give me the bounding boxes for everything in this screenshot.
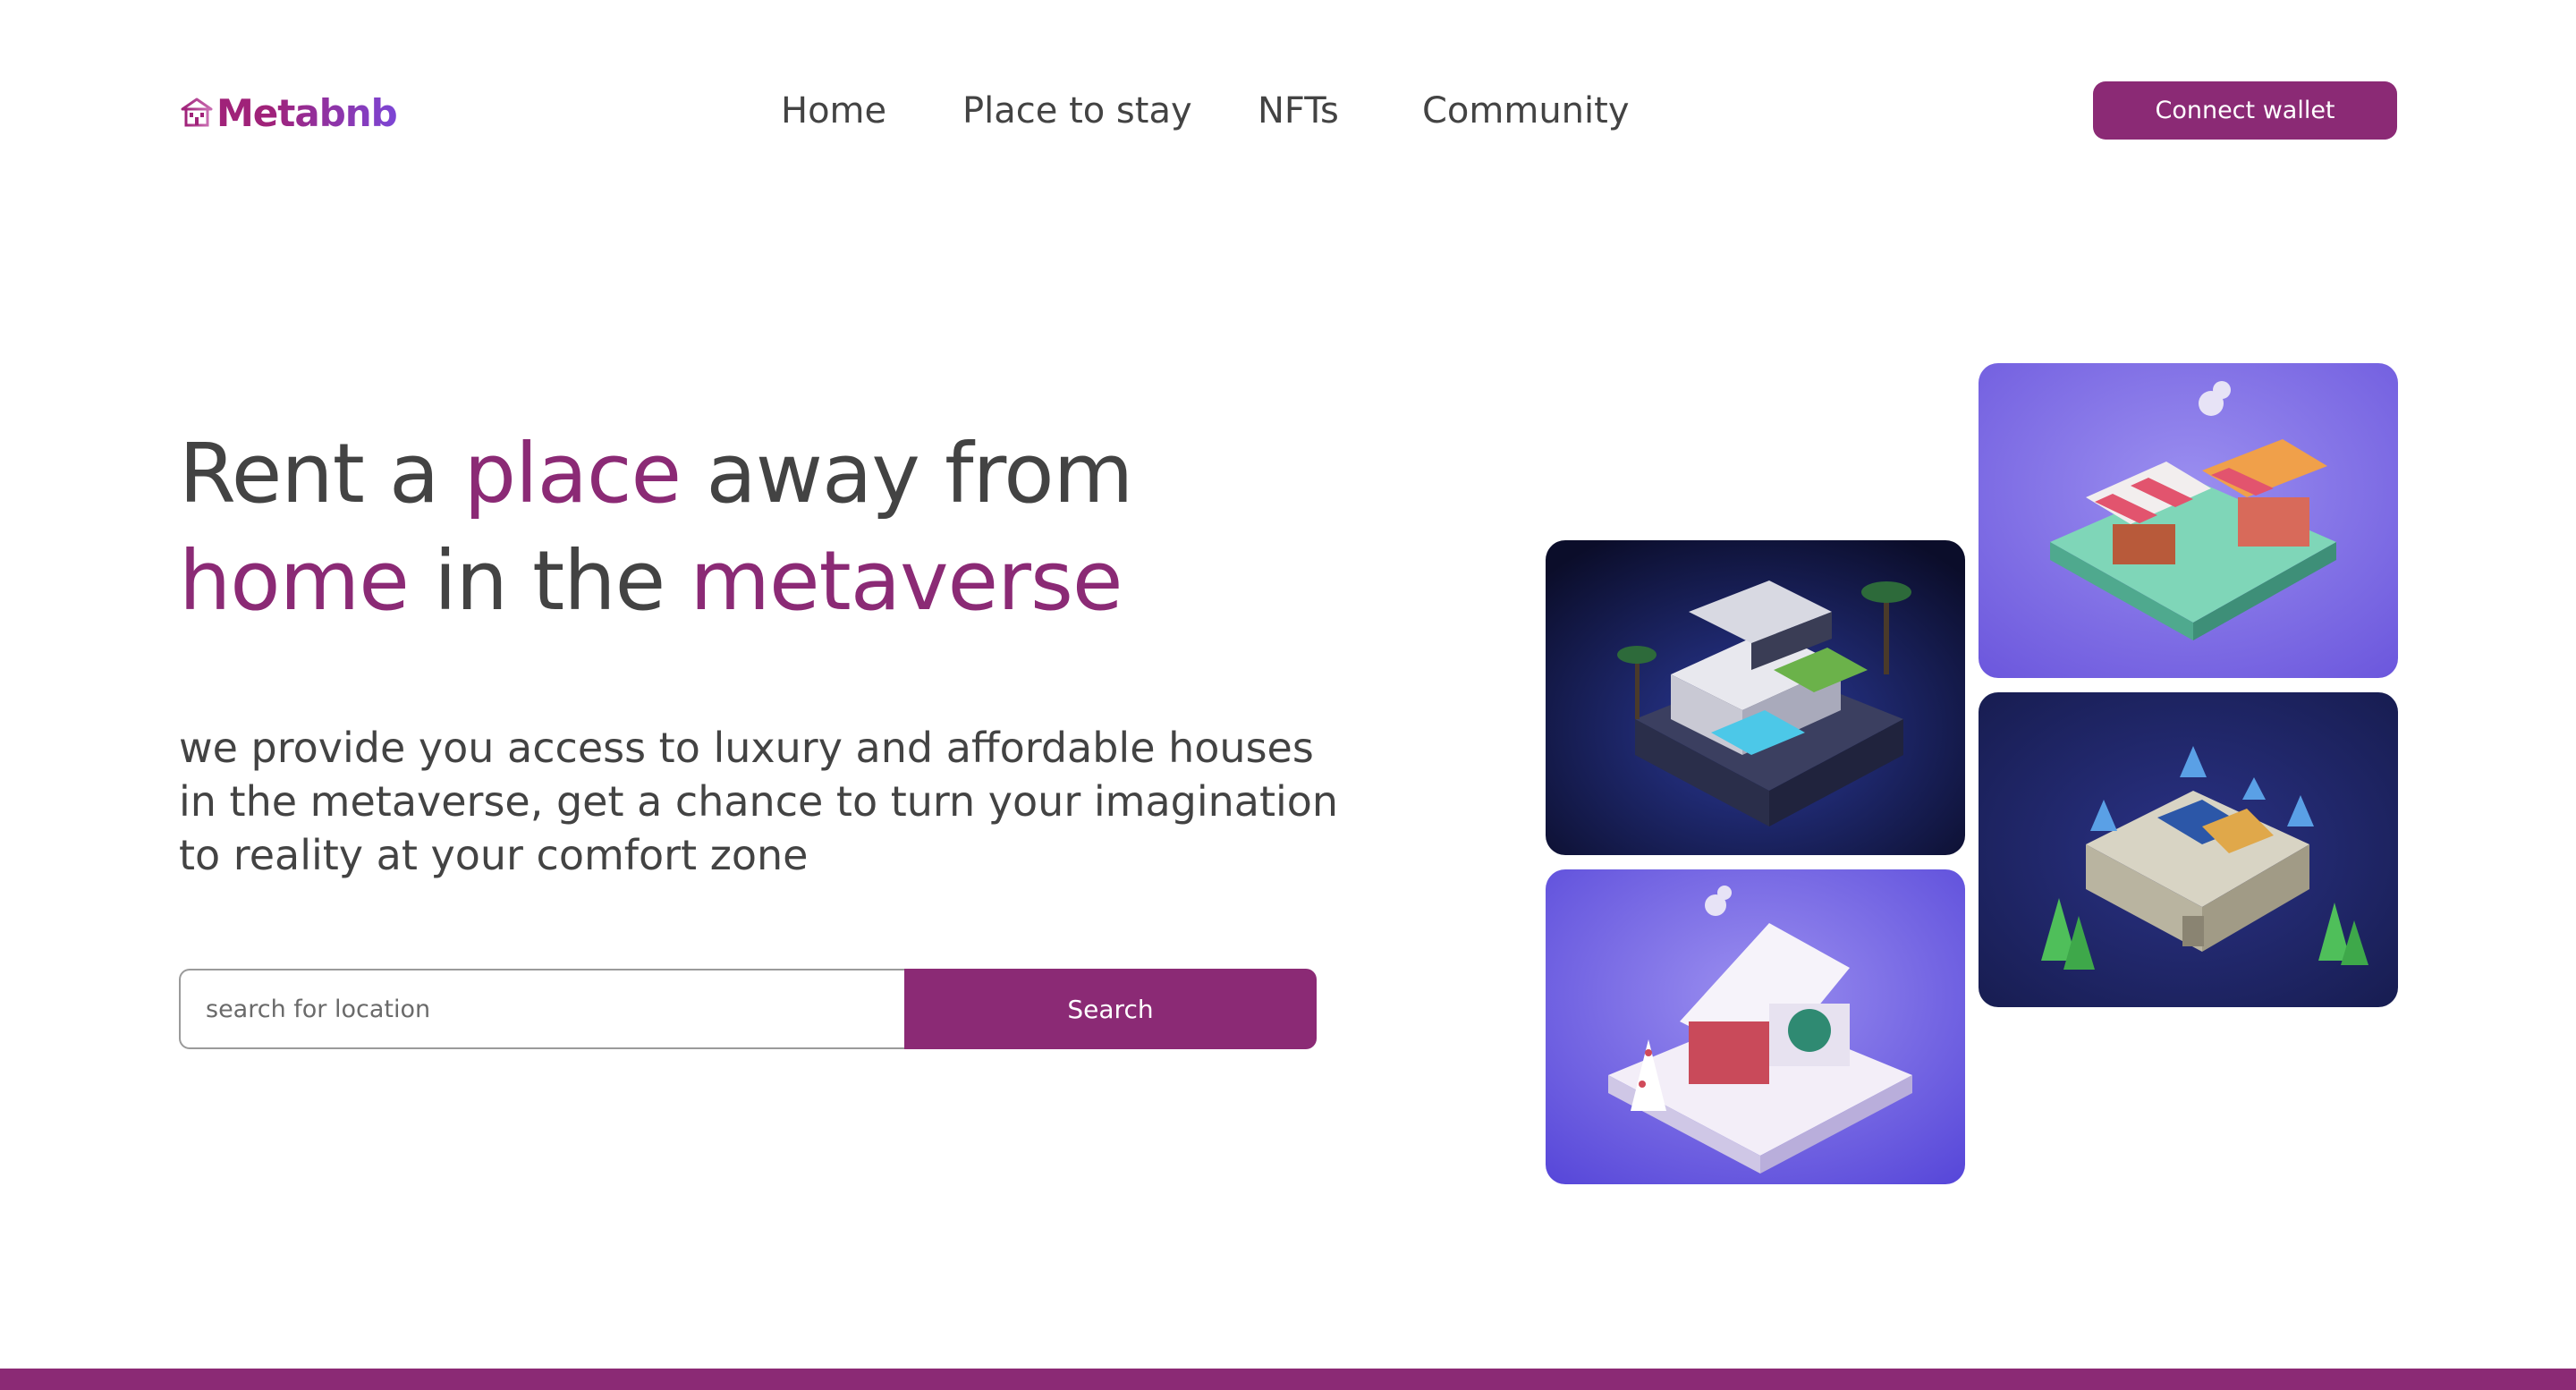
modern-villa-image[interactable] (1546, 540, 1965, 855)
house-icon (179, 95, 215, 131)
site-header: Metabnb Home Place to stay NFTs Communit… (0, 0, 2576, 222)
search-input[interactable] (179, 969, 904, 1049)
snow-cottage-image[interactable] (1546, 869, 1965, 1184)
nav-item-nfts[interactable]: NFTs (1258, 86, 1339, 136)
headline-accent-home: home (179, 533, 410, 629)
brand-logo[interactable]: Metabnb (179, 89, 398, 136)
nav-item-place-to-stay[interactable]: Place to stay (962, 86, 1192, 136)
hero-headline: Rent a place away from home in the metave… (179, 420, 1342, 635)
headline-accent-place: place (463, 426, 682, 521)
search-bar: Search (179, 969, 1317, 1049)
headline-text: away from (681, 426, 1133, 521)
search-button[interactable]: Search (904, 969, 1317, 1049)
headline-text: Rent a (179, 426, 464, 521)
market-stall-image[interactable] (1979, 363, 2398, 678)
castle-image[interactable] (1979, 692, 2398, 1007)
connect-wallet-button[interactable]: Connect wallet (2093, 81, 2397, 140)
headline-accent-metaverse: metaverse (690, 533, 1123, 629)
footer-bar (0, 1369, 2576, 1390)
hero-subtitle: we provide you access to luxury and affo… (179, 724, 1339, 879)
brand-name: Metabnb (216, 90, 398, 135)
nav-item-home[interactable]: Home (781, 86, 886, 136)
headline-text: in the (408, 533, 691, 629)
nav-item-community[interactable]: Community (1422, 86, 1630, 136)
